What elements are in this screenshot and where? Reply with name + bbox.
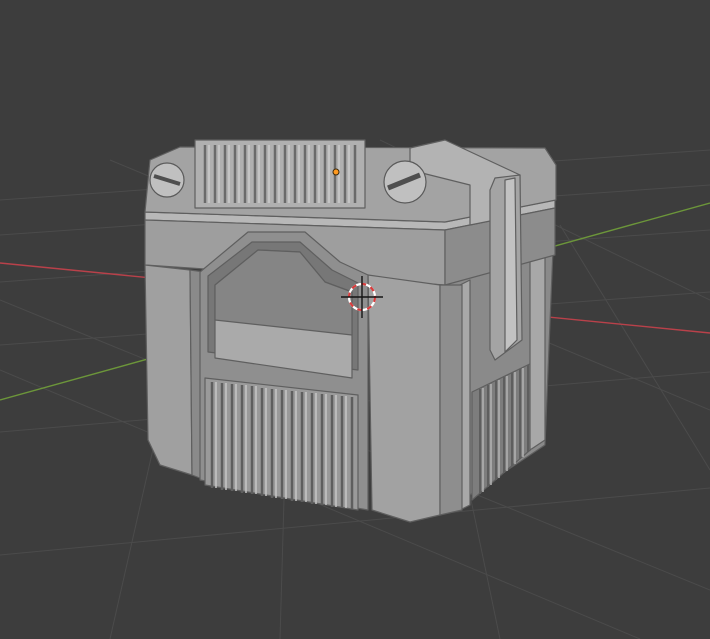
left-pillar bbox=[144, 264, 193, 476]
front-grille bbox=[204, 377, 359, 511]
3d-viewport[interactable] bbox=[0, 0, 710, 639]
object-origin-icon bbox=[332, 168, 340, 176]
crate-model[interactable] bbox=[144, 139, 557, 523]
screw-left-icon bbox=[149, 162, 185, 198]
right-pillar bbox=[367, 274, 441, 523]
screw-right-icon bbox=[383, 160, 427, 204]
